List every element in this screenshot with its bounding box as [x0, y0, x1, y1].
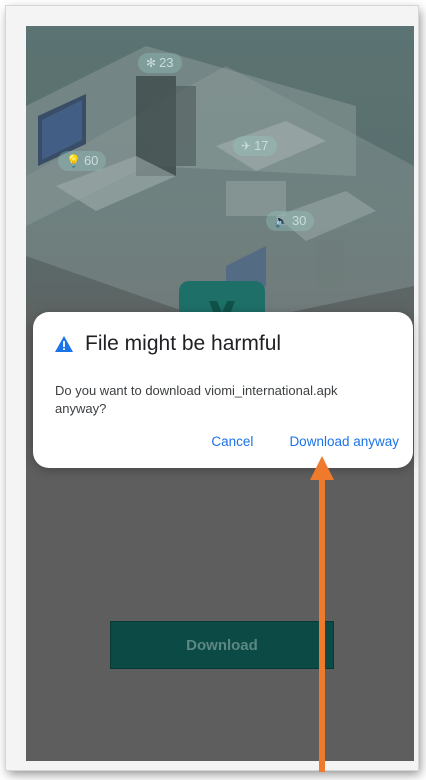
dialog-message: Do you want to download viomi_internatio… — [55, 383, 338, 416]
light-badge: 💡 60 — [58, 151, 107, 171]
light-value: 60 — [83, 153, 99, 168]
snowflake-icon: ✻ — [146, 56, 157, 70]
speaker-badge: 🔈 30 — [266, 211, 315, 231]
dialog-title-text: File might be harmful — [85, 332, 282, 355]
cancel-button[interactable]: Cancel — [211, 434, 253, 449]
download-anyway-button[interactable]: Download anyway — [289, 434, 399, 449]
screenshot-frame: ✻ 23 💡 60 ✈ 17 🔈 30 Download File might … — [6, 6, 418, 770]
fan-value: 17 — [254, 138, 269, 153]
fan-icon: ✈ — [241, 139, 252, 153]
download-button: Download — [111, 622, 333, 668]
dialog-title: File might be harmful — [55, 332, 281, 356]
harmful-file-dialog: File might be harmful Do you want to dow… — [33, 312, 413, 468]
dialog-actions: Cancel Download anyway — [211, 434, 399, 449]
lightbulb-icon: 💡 — [66, 154, 81, 168]
temperature-badge: ✻ 23 — [138, 53, 182, 73]
speaker-value: 30 — [291, 213, 307, 228]
temperature-value: 23 — [159, 55, 174, 70]
fan-badge: ✈ 17 — [233, 136, 277, 156]
speaker-icon: 🔈 — [274, 214, 289, 228]
warning-triangle-icon — [55, 336, 73, 352]
